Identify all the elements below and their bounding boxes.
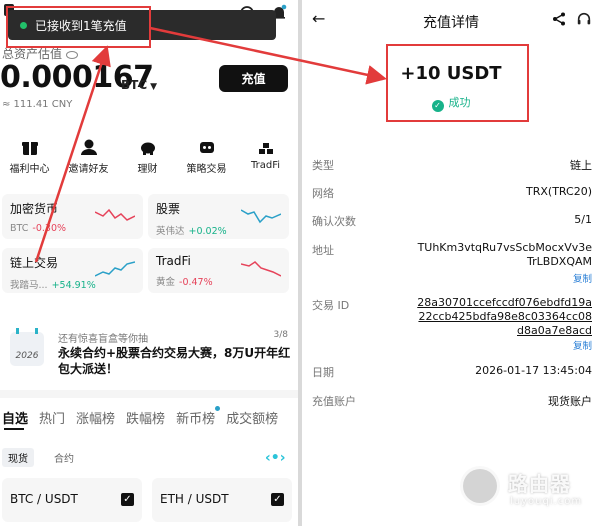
txid-value[interactable]: 28a30701ccefccdf076ebdfd19a22ccb425bdfa9…	[412, 296, 592, 338]
date-label: 日期	[312, 366, 334, 379]
calendar-icon: 2026	[10, 328, 44, 366]
pair-item[interactable]: ETH / USDT ✓	[152, 478, 292, 522]
tradfi-icon	[258, 143, 273, 154]
account-label: 充值账户	[312, 395, 356, 408]
section-divider	[0, 390, 298, 398]
type-label: 类型	[312, 159, 334, 172]
subtab-spot[interactable]: 现货	[2, 448, 34, 467]
active-tab-indicator	[4, 428, 24, 430]
headset-icon[interactable]	[576, 11, 592, 27]
network-label: 网络	[312, 187, 334, 200]
banner-page-indicator: 3/8	[273, 330, 288, 340]
confirmations-label: 确认次数	[312, 215, 356, 228]
card-tradfi[interactable]: TradFi 黄金 -0.47%	[148, 248, 289, 293]
shortcut-invite[interactable]: 邀请好友	[59, 138, 118, 175]
checkbox-icon[interactable]: ✓	[121, 493, 134, 506]
caret-down-icon: ▼	[150, 82, 158, 92]
share-icon[interactable]	[552, 12, 566, 26]
pair-item[interactable]: BTC / USDT ✓	[2, 478, 142, 522]
tab-new-listings[interactable]: 新币榜	[176, 406, 221, 427]
tab-volume[interactable]: 成交额榜	[226, 408, 278, 427]
tab-gainers[interactable]: 涨幅榜	[76, 408, 115, 427]
shortcut-welfare[interactable]: 福利中心	[0, 138, 59, 175]
sparkline-chart	[95, 208, 135, 221]
balance-unit-selector[interactable]: BTC ▼	[121, 78, 157, 92]
shortcut-bar: 福利中心 邀请好友 理财 策略交易 TradFi	[0, 138, 298, 175]
market-subtabs: 现货 合约	[2, 448, 80, 467]
gift-icon	[21, 142, 38, 155]
deposit-amount: +10 USDT	[400, 63, 502, 84]
card-stocks[interactable]: 股票 英伟达 +0.02%	[148, 194, 289, 239]
home-screen: 总资产估值 0.000167 BTC ▼ 充值 ≈ 111.41 CNY 福利中心…	[0, 0, 298, 526]
promo-banner[interactable]: 2026 还有惊喜盲盒等你抽 3/8 永续合约+股票合约交易大赛，8万U开年红包…	[0, 318, 298, 386]
status-badge: ✓ 成功	[302, 94, 600, 112]
invite-icon	[80, 139, 97, 155]
copy-txid-link[interactable]: 复制	[573, 338, 592, 352]
checkbox-icon[interactable]: ✓	[271, 493, 284, 506]
copy-address-link[interactable]: 复制	[573, 271, 592, 285]
watermark: 路由器 luyouqi.com	[456, 462, 596, 518]
card-onchain[interactable]: 链上交易 我踏马... +54.91%	[2, 248, 143, 293]
market-tabs: 自选 热门 涨幅榜 跌幅榜 新币榜 成交额榜	[2, 406, 278, 427]
status-dot-icon	[20, 21, 27, 29]
tab-favorites[interactable]: 自选	[2, 408, 28, 427]
deposit-detail-screen: ← 充值详情 +10 USDT ✓ 成功 类型 链上 网络 TRX(TRC20) …	[302, 0, 600, 526]
tab-hot[interactable]: 热门	[39, 408, 65, 427]
confirmations-value: 5/1	[574, 213, 592, 226]
sparkline-chart	[241, 261, 281, 277]
network-value: TRX(TRC20)	[526, 185, 592, 198]
account-value: 现货账户	[548, 395, 592, 408]
bot-icon	[199, 142, 214, 153]
txid-label: 交易 ID	[312, 299, 350, 312]
deposit-button[interactable]: 充值	[219, 65, 288, 92]
link-icon[interactable]: ‹•›	[265, 450, 286, 466]
eye-icon[interactable]	[66, 50, 79, 59]
fiat-estimate: ≈ 111.41 CNY	[2, 99, 73, 110]
address-label: 地址	[312, 244, 334, 257]
date-value: 2026-01-17 13:45:04	[475, 364, 592, 377]
tab-losers[interactable]: 跌幅榜	[126, 408, 165, 427]
router-logo-icon	[460, 466, 500, 506]
shortcut-tradfi[interactable]: TradFi	[236, 138, 295, 175]
subtab-futures[interactable]: 合约	[48, 448, 80, 467]
sparkline-chart	[241, 209, 281, 224]
card-crypto[interactable]: 加密货币 BTC -0.30%	[2, 194, 143, 239]
sparkline-chart	[95, 261, 135, 277]
shortcut-earn[interactable]: 理财	[118, 138, 177, 175]
address-value: TUhKm3vtqRu7vsScbMocxVv3eTrLBDXQAM	[417, 241, 592, 268]
header: ← 充值详情	[302, 0, 600, 40]
piggy-bank-icon	[140, 142, 155, 155]
type-value: 链上	[570, 159, 592, 172]
deposit-toast: 已接收到1笔充值	[8, 10, 276, 40]
shortcut-strategy[interactable]: 策略交易	[177, 138, 236, 175]
check-circle-icon: ✓	[431, 100, 444, 112]
